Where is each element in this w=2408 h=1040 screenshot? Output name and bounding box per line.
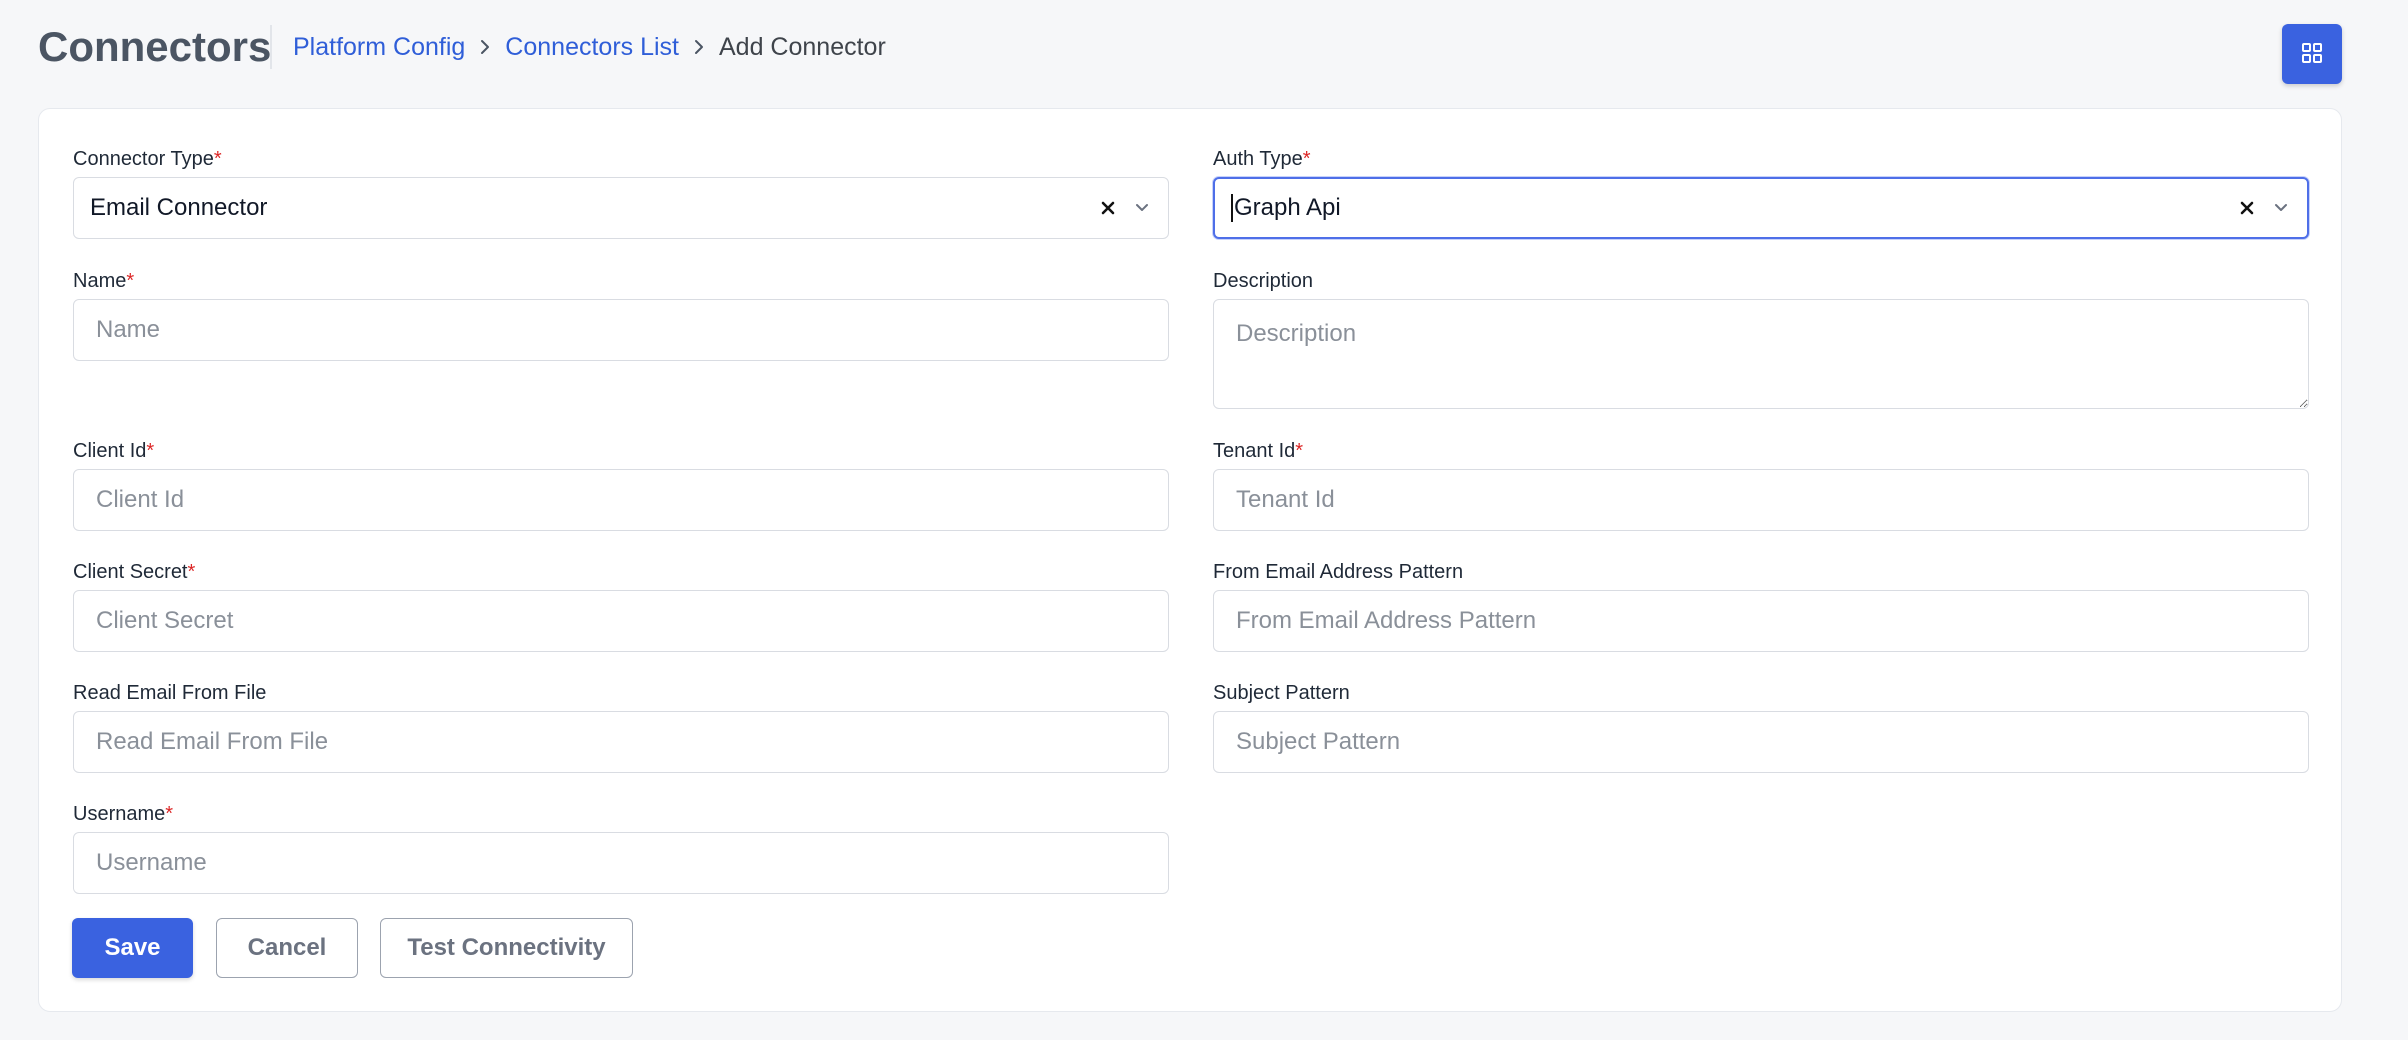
page-title: Connectors <box>38 23 272 70</box>
read-email-from-file-input[interactable] <box>73 711 1169 773</box>
auth-type-field: Auth Type* Graph Api <box>1213 145 2309 239</box>
save-button[interactable]: Save <box>72 918 193 978</box>
client-id-input[interactable] <box>73 469 1169 531</box>
connector-type-label: Connector Type* <box>73 148 222 170</box>
username-label: Username* <box>73 803 174 825</box>
test-connectivity-button[interactable]: Test Connectivity <box>380 918 633 978</box>
connector-type-field: Connector Type* Email Connector <box>73 145 1169 239</box>
breadcrumb-connectors-list[interactable]: Connectors List <box>505 33 679 62</box>
client-secret-field: Client Secret* <box>73 558 1169 652</box>
chevron-right-icon <box>465 30 505 64</box>
client-id-field: Client Id* <box>73 437 1169 531</box>
connector-type-select[interactable]: Email Connector <box>73 177 1169 239</box>
auth-type-value: Graph Api <box>1234 193 1341 221</box>
from-email-pattern-label: From Email Address Pattern <box>1213 561 1464 583</box>
connector-type-value: Email Connector <box>90 194 268 221</box>
apps-grid-button[interactable] <box>2282 24 2342 84</box>
client-id-label: Client Id* <box>73 440 155 462</box>
from-email-pattern-input[interactable] <box>1213 590 2309 652</box>
clear-icon[interactable] <box>2237 198 2257 218</box>
breadcrumb-platform-config[interactable]: Platform Config <box>293 33 465 62</box>
grid-icon <box>2301 42 2323 67</box>
name-label: Name* <box>73 270 135 292</box>
chevron-down-icon[interactable] <box>1132 198 1152 218</box>
tenant-id-field: Tenant Id* <box>1213 437 2309 531</box>
name-input[interactable] <box>73 299 1169 361</box>
description-label: Description <box>1213 270 1314 292</box>
name-field: Name* <box>73 267 1169 361</box>
description-field: Description <box>1213 267 2309 409</box>
subject-pattern-label: Subject Pattern <box>1213 682 1350 704</box>
read-email-from-file-field: Read Email From File <box>73 679 1169 773</box>
chevron-right-icon <box>679 30 719 64</box>
cancel-button[interactable]: Cancel <box>216 918 358 978</box>
username-field: Username* <box>73 800 1169 894</box>
auth-type-label: Auth Type* <box>1213 148 1311 170</box>
username-input[interactable] <box>73 832 1169 894</box>
client-secret-label: Client Secret* <box>73 561 196 583</box>
subject-pattern-field: Subject Pattern <box>1213 679 2309 773</box>
title-divider <box>270 25 272 69</box>
subject-pattern-input[interactable] <box>1213 711 2309 773</box>
breadcrumb: Platform Config Connectors List Add Conn… <box>293 30 886 64</box>
breadcrumb-add-connector: Add Connector <box>719 32 886 61</box>
client-secret-input[interactable] <box>73 590 1169 652</box>
description-textarea[interactable] <box>1213 299 2309 409</box>
tenant-id-input[interactable] <box>1213 469 2309 531</box>
read-email-from-file-label: Read Email From File <box>73 682 267 704</box>
auth-type-select[interactable]: Graph Api <box>1213 177 2309 239</box>
text-cursor <box>1231 194 1233 223</box>
from-email-pattern-field: From Email Address Pattern <box>1213 558 2309 652</box>
top-bar: Connectors Platform Config Connectors Li… <box>0 0 2408 96</box>
add-connector-form-card: Connector Type* Email Connector Auth Typ… <box>38 108 2342 1012</box>
tenant-id-label: Tenant Id* <box>1213 440 1304 462</box>
chevron-down-icon[interactable] <box>2271 198 2291 218</box>
clear-icon[interactable] <box>1098 198 1118 218</box>
